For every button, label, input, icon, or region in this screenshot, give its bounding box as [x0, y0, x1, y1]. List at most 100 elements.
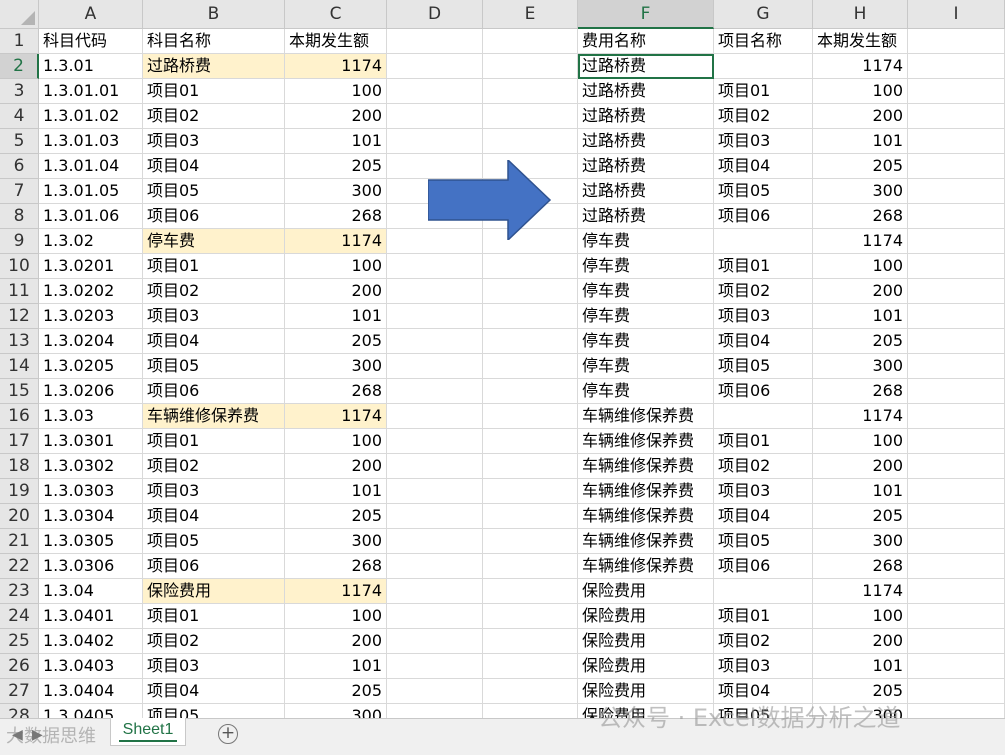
cell-h26[interactable]: 101: [813, 654, 908, 679]
cell-b27[interactable]: 项目04: [143, 679, 285, 704]
cell-a1[interactable]: 科目代码: [39, 29, 143, 54]
cell-c26[interactable]: 101: [285, 654, 387, 679]
cell-f9[interactable]: 停车费: [578, 229, 714, 254]
cell-b20[interactable]: 项目04: [143, 504, 285, 529]
cell-i21[interactable]: [908, 529, 1005, 554]
cell-e5[interactable]: [483, 129, 578, 154]
cell-c2[interactable]: 1174: [285, 54, 387, 79]
cell-g12[interactable]: 项目03: [714, 304, 813, 329]
cell-b2[interactable]: 过路桥费: [143, 54, 285, 79]
cell-a21[interactable]: 1.3.0305: [39, 529, 143, 554]
cell-d18[interactable]: [387, 454, 483, 479]
cell-f11[interactable]: 停车费: [578, 279, 714, 304]
cell-b12[interactable]: 项目03: [143, 304, 285, 329]
column-header-d[interactable]: D: [387, 0, 483, 29]
cell-i22[interactable]: [908, 554, 1005, 579]
cell-a9[interactable]: 1.3.02: [39, 229, 143, 254]
cell-i16[interactable]: [908, 404, 1005, 429]
cell-i3[interactable]: [908, 79, 1005, 104]
cell-b28[interactable]: 项目05: [143, 704, 285, 718]
cell-h7[interactable]: 300: [813, 179, 908, 204]
cell-g4[interactable]: 项目02: [714, 104, 813, 129]
cell-d21[interactable]: [387, 529, 483, 554]
cell-g24[interactable]: 项目01: [714, 604, 813, 629]
cell-g11[interactable]: 项目02: [714, 279, 813, 304]
cell-f24[interactable]: 保险费用: [578, 604, 714, 629]
cell-i17[interactable]: [908, 429, 1005, 454]
cell-g7[interactable]: 项目05: [714, 179, 813, 204]
cell-b8[interactable]: 项目06: [143, 204, 285, 229]
cell-e13[interactable]: [483, 329, 578, 354]
row-header-15[interactable]: 15: [0, 379, 39, 404]
cell-c10[interactable]: 100: [285, 254, 387, 279]
cell-e20[interactable]: [483, 504, 578, 529]
cell-c7[interactable]: 300: [285, 179, 387, 204]
cell-g9[interactable]: [714, 229, 813, 254]
cell-i6[interactable]: [908, 154, 1005, 179]
cell-c18[interactable]: 200: [285, 454, 387, 479]
cell-a14[interactable]: 1.3.0205: [39, 354, 143, 379]
cell-g3[interactable]: 项目01: [714, 79, 813, 104]
cell-h4[interactable]: 200: [813, 104, 908, 129]
cell-g5[interactable]: 项目03: [714, 129, 813, 154]
cell-h23[interactable]: 1174: [813, 579, 908, 604]
cell-b10[interactable]: 项目01: [143, 254, 285, 279]
cell-i5[interactable]: [908, 129, 1005, 154]
cell-a3[interactable]: 1.3.01.01: [39, 79, 143, 104]
cell-d5[interactable]: [387, 129, 483, 154]
cell-e19[interactable]: [483, 479, 578, 504]
cell-i4[interactable]: [908, 104, 1005, 129]
cell-f1[interactable]: 费用名称: [578, 29, 714, 54]
cell-h9[interactable]: 1174: [813, 229, 908, 254]
cell-f16[interactable]: 车辆维修保养费: [578, 404, 714, 429]
cell-a11[interactable]: 1.3.0202: [39, 279, 143, 304]
cell-c5[interactable]: 101: [285, 129, 387, 154]
cell-d3[interactable]: [387, 79, 483, 104]
cell-h12[interactable]: 101: [813, 304, 908, 329]
row-header-8[interactable]: 8: [0, 204, 39, 229]
cell-d19[interactable]: [387, 479, 483, 504]
cell-e14[interactable]: [483, 354, 578, 379]
cell-e12[interactable]: [483, 304, 578, 329]
column-header-a[interactable]: A: [39, 0, 143, 29]
cell-a25[interactable]: 1.3.0402: [39, 629, 143, 654]
cell-d13[interactable]: [387, 329, 483, 354]
cell-c12[interactable]: 101: [285, 304, 387, 329]
row-header-16[interactable]: 16: [0, 404, 39, 429]
cell-i13[interactable]: [908, 329, 1005, 354]
cell-h25[interactable]: 200: [813, 629, 908, 654]
cell-f19[interactable]: 车辆维修保养费: [578, 479, 714, 504]
cell-h3[interactable]: 100: [813, 79, 908, 104]
cell-i2[interactable]: [908, 54, 1005, 79]
cell-d14[interactable]: [387, 354, 483, 379]
column-header-h[interactable]: H: [813, 0, 908, 29]
row-header-5[interactable]: 5: [0, 129, 39, 154]
column-header-g[interactable]: G: [714, 0, 813, 29]
cell-g26[interactable]: 项目03: [714, 654, 813, 679]
cell-c25[interactable]: 200: [285, 629, 387, 654]
cell-e23[interactable]: [483, 579, 578, 604]
cell-i26[interactable]: [908, 654, 1005, 679]
cell-i18[interactable]: [908, 454, 1005, 479]
cell-g23[interactable]: [714, 579, 813, 604]
cell-i27[interactable]: [908, 679, 1005, 704]
cell-a26[interactable]: 1.3.0403: [39, 654, 143, 679]
row-header-18[interactable]: 18: [0, 454, 39, 479]
cell-g10[interactable]: 项目01: [714, 254, 813, 279]
cell-e28[interactable]: [483, 704, 578, 718]
cell-h1[interactable]: 本期发生额: [813, 29, 908, 54]
cell-f6[interactable]: 过路桥费: [578, 154, 714, 179]
cell-f8[interactable]: 过路桥费: [578, 204, 714, 229]
cell-h11[interactable]: 200: [813, 279, 908, 304]
cell-f17[interactable]: 车辆维修保养费: [578, 429, 714, 454]
cell-a27[interactable]: 1.3.0404: [39, 679, 143, 704]
cell-h2[interactable]: 1174: [813, 54, 908, 79]
cell-i23[interactable]: [908, 579, 1005, 604]
row-header-6[interactable]: 6: [0, 154, 39, 179]
cell-d28[interactable]: [387, 704, 483, 718]
cell-i20[interactable]: [908, 504, 1005, 529]
cell-a4[interactable]: 1.3.01.02: [39, 104, 143, 129]
cell-c27[interactable]: 205: [285, 679, 387, 704]
cell-g16[interactable]: [714, 404, 813, 429]
cell-d24[interactable]: [387, 604, 483, 629]
